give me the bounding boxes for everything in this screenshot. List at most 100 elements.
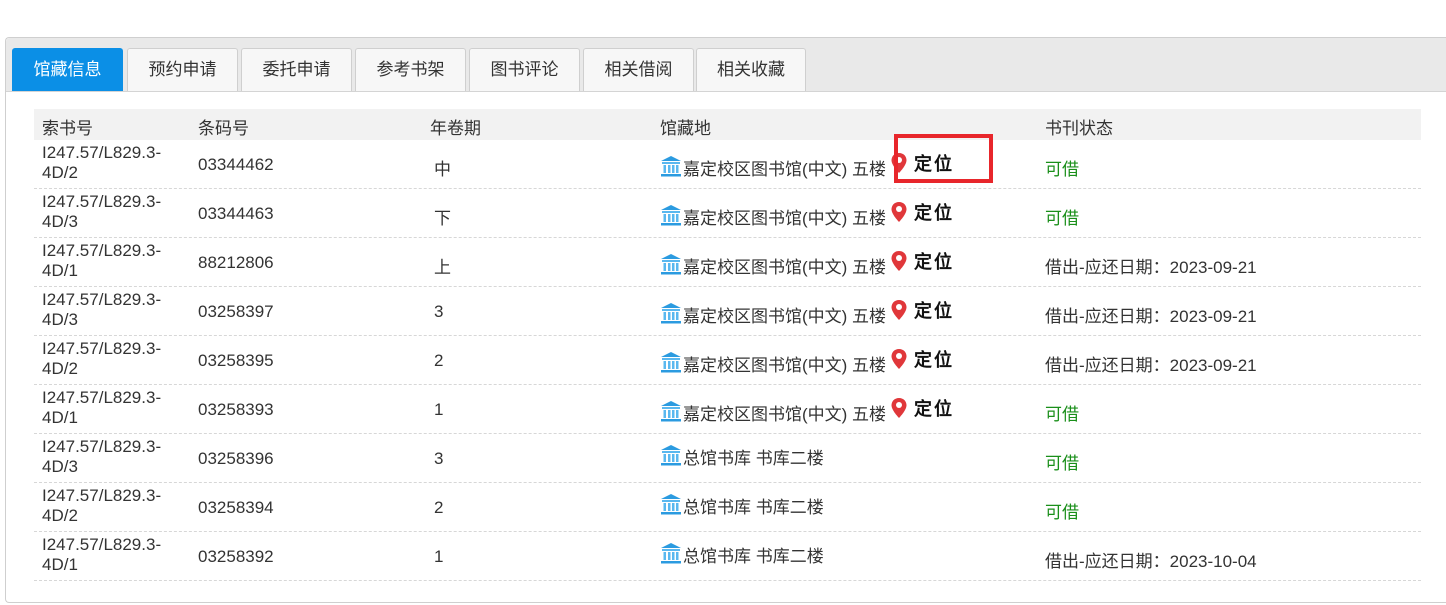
call-number: I247.57/L829.3-4D/3 xyxy=(42,290,162,329)
tab-bar: 馆藏信息 预约申请 委托申请 参考书架 图书评论 相关借阅 相关收藏 xyxy=(6,38,1446,92)
volume: 中 xyxy=(434,160,451,179)
library-building-icon xyxy=(661,352,681,373)
library-building-icon xyxy=(661,254,681,275)
table-row: I247.57/L829.3-4D/2 03344462 中 嘉定校区图书馆(中… xyxy=(34,140,1421,189)
location: 嘉定校区图书馆(中文) 五楼 定位 xyxy=(660,297,954,327)
status: 可借 xyxy=(1045,454,1079,473)
tab-reservation[interactable]: 预约申请 xyxy=(127,48,238,91)
header-callno: 索书号 xyxy=(42,119,93,138)
volume: 3 xyxy=(434,449,444,468)
location: 总馆书库 书库二楼 xyxy=(660,542,824,567)
location: 嘉定校区图书馆(中文) 五楼 定位 xyxy=(660,150,954,180)
tab-reference-shelf[interactable]: 参考书架 xyxy=(355,48,466,91)
location-text: 嘉定校区图书馆(中文) 五楼 xyxy=(683,160,887,179)
tab-holdings[interactable]: 馆藏信息 xyxy=(12,48,123,91)
status: 借出-应还日期：2023-09-21 xyxy=(1045,356,1257,375)
call-number: I247.57/L829.3-4D/1 xyxy=(42,241,162,280)
table-header: 索书号 条码号 年卷期 馆藏地 书刊状态 xyxy=(34,109,1421,140)
location: 嘉定校区图书馆(中文) 五楼 定位 xyxy=(660,248,954,278)
call-number: I247.57/L829.3-4D/1 xyxy=(42,388,162,427)
library-building-icon xyxy=(661,494,681,515)
status: 借出-应还日期：2023-10-04 xyxy=(1045,552,1257,571)
table-row: I247.57/L829.3-4D/1 88212806 上 嘉定校区图书馆(中… xyxy=(34,238,1421,287)
library-building-icon xyxy=(661,401,681,422)
barcode: 03258392 xyxy=(198,547,274,566)
location: 总馆书库 书库二楼 xyxy=(660,493,824,518)
status: 可借 xyxy=(1045,209,1079,228)
call-number: I247.57/L829.3-4D/2 xyxy=(42,339,162,378)
table-row: I247.57/L829.3-4D/3 03258397 3 嘉定校区图书馆(中… xyxy=(34,287,1421,336)
tab-related-favorites[interactable]: 相关收藏 xyxy=(696,48,806,91)
barcode: 03258395 xyxy=(198,351,274,370)
header-location: 馆藏地 xyxy=(660,119,711,138)
map-pin-icon xyxy=(891,153,907,173)
tab-book-reviews[interactable]: 图书评论 xyxy=(469,48,580,91)
volume: 1 xyxy=(434,400,444,419)
locate-button[interactable]: 定位 xyxy=(890,395,954,421)
status: 借出-应还日期：2023-09-21 xyxy=(1045,307,1257,326)
map-pin-icon xyxy=(891,349,907,369)
status: 借出-应还日期：2023-09-21 xyxy=(1045,258,1257,277)
tab-related-borrowing[interactable]: 相关借阅 xyxy=(583,48,694,91)
library-building-icon xyxy=(661,205,681,226)
location-text: 嘉定校区图书馆(中文) 五楼 xyxy=(683,307,887,326)
call-number: I247.57/L829.3-4D/2 xyxy=(42,143,162,182)
header-status: 书刊状态 xyxy=(1045,119,1113,138)
volume: 1 xyxy=(434,547,444,566)
map-pin-icon xyxy=(891,251,907,271)
locate-label: 定位 xyxy=(914,154,955,175)
library-building-icon xyxy=(661,303,681,324)
location: 嘉定校区图书馆(中文) 五楼 定位 xyxy=(660,395,954,425)
table-row: I247.57/L829.3-4D/1 03258392 1 总馆书库 书库二楼… xyxy=(34,532,1421,581)
locate-button[interactable]: 定位 xyxy=(890,150,954,176)
locate-label: 定位 xyxy=(914,350,955,371)
table-row: I247.57/L829.3-4D/2 03258394 2 总馆书库 书库二楼… xyxy=(34,483,1421,532)
volume: 2 xyxy=(434,351,444,370)
location-text: 总馆书库 书库二楼 xyxy=(683,498,824,517)
locate-button[interactable]: 定位 xyxy=(890,199,954,225)
volume: 下 xyxy=(434,209,451,228)
map-pin-icon xyxy=(891,398,907,418)
location-text: 总馆书库 书库二楼 xyxy=(683,547,824,566)
location-text: 总馆书库 书库二楼 xyxy=(683,449,824,468)
holdings-table: 索书号 条码号 年卷期 馆藏地 书刊状态 I247.57/L829.3-4D/2… xyxy=(34,109,1421,581)
header-volume: 年卷期 xyxy=(430,119,481,138)
locate-button[interactable]: 定位 xyxy=(890,346,954,372)
volume: 2 xyxy=(434,498,444,517)
barcode: 03258397 xyxy=(198,302,274,321)
barcode: 03258393 xyxy=(198,400,274,419)
map-pin-icon xyxy=(891,202,907,222)
library-building-icon xyxy=(661,543,681,564)
status: 可借 xyxy=(1045,503,1079,522)
location-text: 嘉定校区图书馆(中文) 五楼 xyxy=(683,405,887,424)
volume: 上 xyxy=(434,258,451,277)
barcode: 03344463 xyxy=(198,204,274,223)
status: 可借 xyxy=(1045,405,1079,424)
call-number: I247.57/L829.3-4D/2 xyxy=(42,486,162,525)
call-number: I247.57/L829.3-4D/3 xyxy=(42,437,162,476)
locate-label: 定位 xyxy=(914,203,955,224)
table-row: I247.57/L829.3-4D/3 03258396 3 总馆书库 书库二楼… xyxy=(34,434,1421,483)
barcode: 03258396 xyxy=(198,449,274,468)
header-barcode: 条码号 xyxy=(198,119,249,138)
call-number: I247.57/L829.3-4D/3 xyxy=(42,192,162,231)
location-text: 嘉定校区图书馆(中文) 五楼 xyxy=(683,356,887,375)
table-row: I247.57/L829.3-4D/3 03344463 下 嘉定校区图书馆(中… xyxy=(34,189,1421,238)
table-row: I247.57/L829.3-4D/1 03258393 1 嘉定校区图书馆(中… xyxy=(34,385,1421,434)
locate-button[interactable]: 定位 xyxy=(890,297,954,323)
library-building-icon xyxy=(661,156,681,177)
holdings-panel: 馆藏信息 预约申请 委托申请 参考书架 图书评论 相关借阅 相关收藏 索书号 条… xyxy=(5,37,1446,603)
tab-delegation[interactable]: 委托申请 xyxy=(241,48,352,91)
volume: 3 xyxy=(434,302,444,321)
locate-button[interactable]: 定位 xyxy=(890,248,954,274)
status: 可借 xyxy=(1045,160,1079,179)
barcode: 88212806 xyxy=(198,253,274,272)
location: 嘉定校区图书馆(中文) 五楼 定位 xyxy=(660,346,954,376)
library-building-icon xyxy=(661,445,681,466)
locate-label: 定位 xyxy=(914,399,955,420)
location: 嘉定校区图书馆(中文) 五楼 定位 xyxy=(660,199,954,229)
call-number: I247.57/L829.3-4D/1 xyxy=(42,535,162,574)
location-text: 嘉定校区图书馆(中文) 五楼 xyxy=(683,258,887,277)
table-row: I247.57/L829.3-4D/2 03258395 2 嘉定校区图书馆(中… xyxy=(34,336,1421,385)
location-text: 嘉定校区图书馆(中文) 五楼 xyxy=(683,209,887,228)
